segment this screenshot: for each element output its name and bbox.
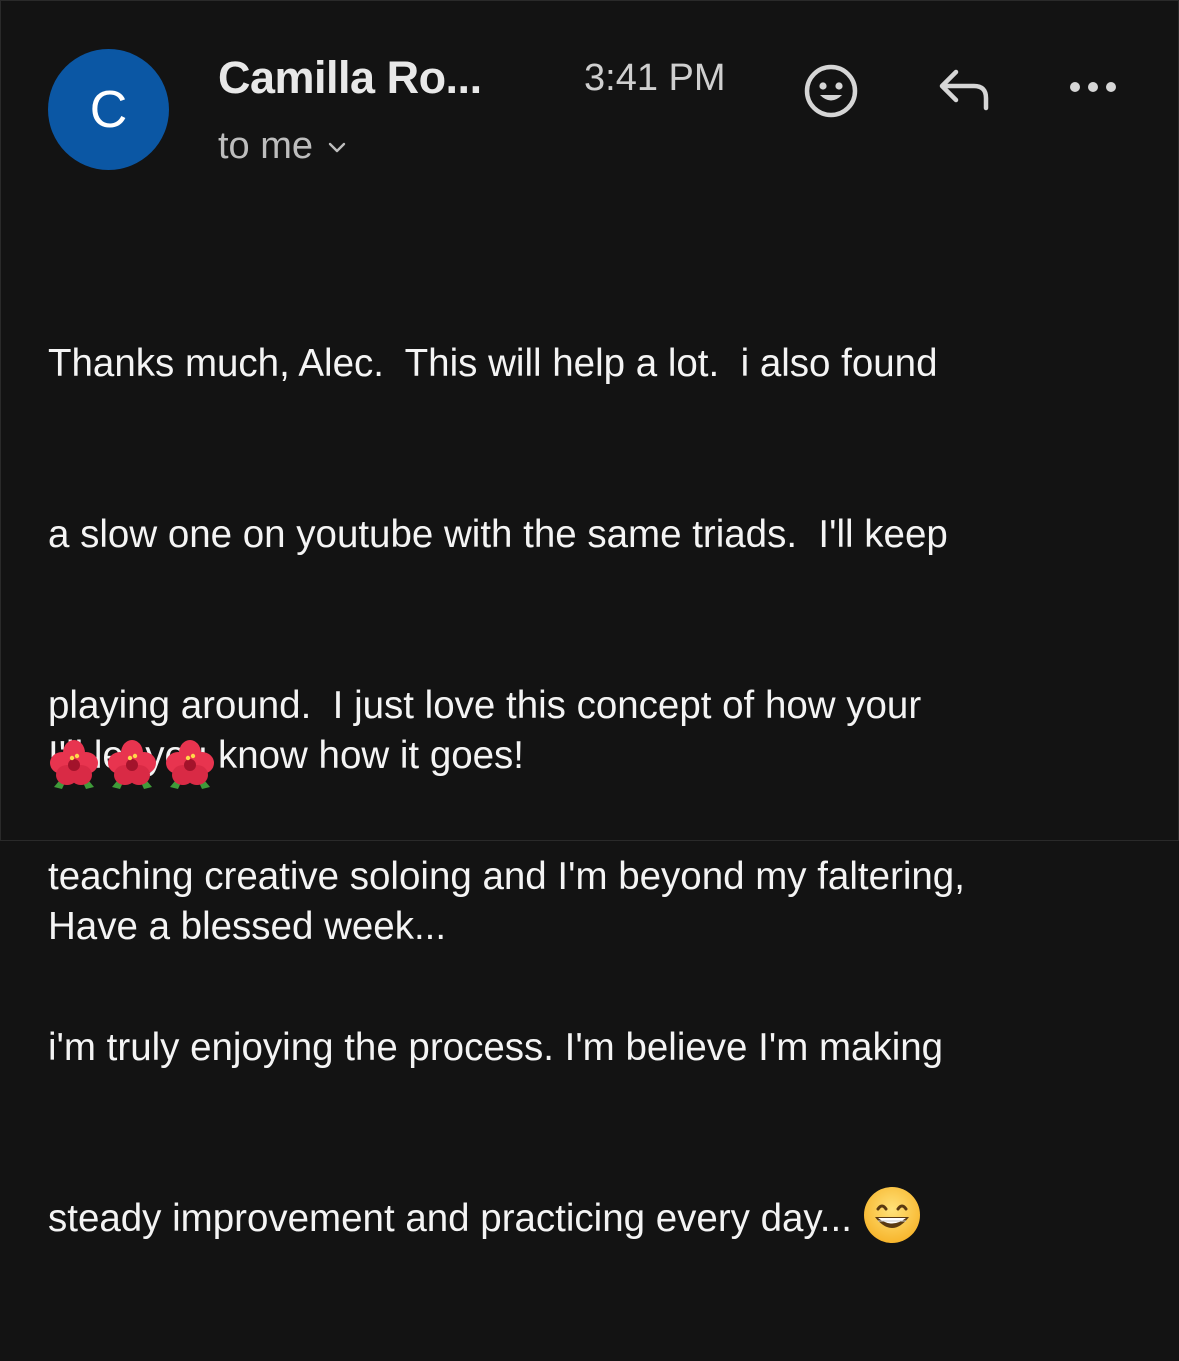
email-message-view: C Camilla Ro... 3:41 PM to me Thanks muc… xyxy=(0,0,1179,1243)
closing-line: Have a blessed week... xyxy=(48,905,447,948)
add-reaction-button[interactable] xyxy=(799,59,863,123)
message-line: Thanks much, Alec. This will help a lot.… xyxy=(48,342,938,385)
recipient-details-toggle[interactable]: to me xyxy=(218,125,347,168)
avatar[interactable]: C xyxy=(48,49,169,170)
hibiscus-icon xyxy=(166,740,214,789)
message-line: a slow one on youtube with the same tria… xyxy=(48,513,948,556)
hibiscus-icon xyxy=(108,740,156,789)
hibiscus-icon xyxy=(50,740,98,789)
chevron-down-icon xyxy=(328,142,346,152)
message-line-text: steady improvement and practicing every … xyxy=(48,1197,852,1240)
hibiscus-emoji-row xyxy=(47,739,217,795)
more-horizontal-icon xyxy=(1070,82,1116,92)
more-options-button[interactable] xyxy=(1063,67,1123,107)
message-time: 3:41 PM xyxy=(584,57,726,99)
reply-button[interactable] xyxy=(931,59,997,119)
message-line-last: steady improvement and practicing every … xyxy=(48,1186,1158,1247)
grinning-face-emoji-icon xyxy=(863,1186,920,1243)
recipient-label: to me xyxy=(218,125,314,167)
reply-icon xyxy=(939,69,989,111)
sender-name[interactable]: Camilla Ro... xyxy=(218,52,482,104)
smiley-icon xyxy=(804,64,858,118)
message-closing: I'll let you know how it goes! Have a bl… xyxy=(48,613,524,1069)
avatar-letter: C xyxy=(89,80,128,139)
